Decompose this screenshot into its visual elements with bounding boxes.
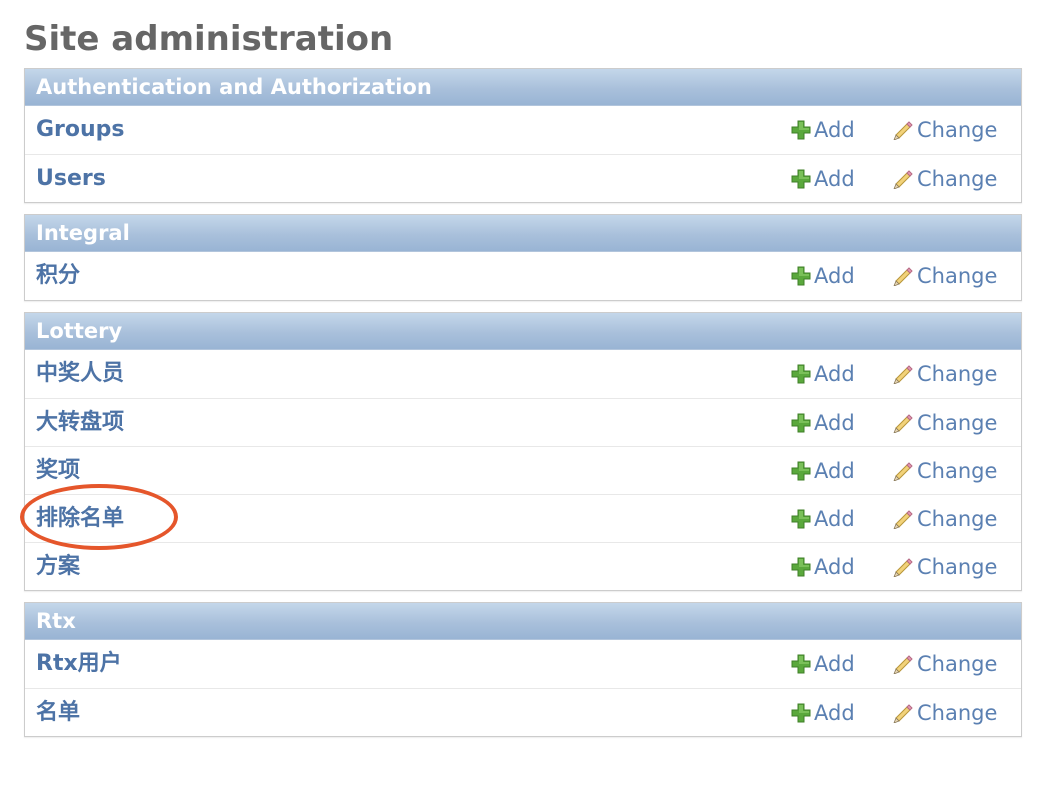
model-row: 大转盘项 Add Change [25,398,1021,446]
change-link[interactable]: Change [892,447,997,498]
pencil-icon [892,255,914,303]
change-link[interactable]: Change [892,495,997,546]
add-link[interactable]: Add [791,640,855,691]
model-row: 方案 Add Change [25,542,1021,590]
plus-icon [791,255,811,303]
model-link[interactable]: Groups [36,106,125,154]
change-link[interactable]: Change [892,399,997,450]
model-row: 名单 Add Change [25,688,1021,736]
add-label: Add [814,701,855,725]
plus-icon [791,450,811,498]
add-label: Add [814,118,855,142]
model-link[interactable]: 方案 [36,543,80,591]
page-title: Site administration [24,19,394,59]
pencil-icon [892,402,914,450]
plus-icon [791,643,811,691]
change-label: Change [917,118,998,142]
plus-icon [791,692,811,740]
change-link[interactable]: Change [892,155,997,206]
add-link[interactable]: Add [791,543,855,594]
model-row: Groups Add Change [25,106,1021,154]
add-label: Add [814,411,855,435]
plus-icon [791,353,811,401]
pencil-icon [892,353,914,401]
change-link[interactable]: Change [892,252,997,303]
plus-icon [791,498,811,546]
add-label: Add [814,507,855,531]
change-label: Change [917,167,998,191]
add-label: Add [814,459,855,483]
add-label: Add [814,167,855,191]
pencil-icon [892,109,914,157]
add-link[interactable]: Add [791,252,855,303]
pencil-icon [892,450,914,498]
change-label: Change [917,652,998,676]
change-link[interactable]: Change [892,350,997,401]
model-row: 中奖人员 Add Change [25,350,1021,398]
add-link[interactable]: Add [791,399,855,450]
change-link[interactable]: Change [892,689,997,740]
model-row: Users Add Change [25,154,1021,202]
model-link[interactable]: 名单 [36,689,80,737]
change-label: Change [917,507,998,531]
module-integral: Integral 积分 Add Change [24,214,1022,301]
change-link[interactable]: Change [892,543,997,594]
plus-icon [791,109,811,157]
plus-icon [791,546,811,594]
pencil-icon [892,546,914,594]
add-label: Add [814,555,855,579]
model-link[interactable]: Users [36,155,106,203]
model-link[interactable]: 中奖人员 [36,350,124,398]
add-label: Add [814,264,855,288]
plus-icon [791,402,811,450]
module-caption[interactable]: Integral [25,215,1021,252]
model-link[interactable]: 积分 [36,252,80,300]
add-link[interactable]: Add [791,689,855,740]
add-link[interactable]: Add [791,495,855,546]
model-row: 排除名单 Add Change [25,494,1021,542]
change-label: Change [917,701,998,725]
pencil-icon [892,158,914,206]
add-label: Add [814,652,855,676]
plus-icon [791,158,811,206]
module-caption[interactable]: Lottery [25,313,1021,350]
change-label: Change [917,264,998,288]
add-link[interactable]: Add [791,155,855,206]
change-link[interactable]: Change [892,106,997,157]
change-link[interactable]: Change [892,640,997,691]
module-caption[interactable]: Rtx [25,603,1021,640]
model-link[interactable]: 奖项 [36,447,80,495]
pencil-icon [892,643,914,691]
change-label: Change [917,362,998,386]
pencil-icon [892,692,914,740]
model-link[interactable]: 排除名单 [36,495,124,543]
add-label: Add [814,362,855,386]
add-link[interactable]: Add [791,106,855,157]
model-row: Rtx用户 Add Change [25,640,1021,688]
module-rtx: Rtx Rtx用户 Add Change 名单 Add Change [24,602,1022,737]
module-authentication-and-authorization: Authentication and Authorization Groups Ad… [24,68,1022,203]
pencil-icon [892,498,914,546]
change-label: Change [917,411,998,435]
model-link[interactable]: Rtx用户 [36,640,122,688]
model-row: 奖项 Add Change [25,446,1021,494]
add-link[interactable]: Add [791,447,855,498]
change-label: Change [917,459,998,483]
module-caption[interactable]: Authentication and Authorization [25,69,1021,106]
model-link[interactable]: 大转盘项 [36,399,124,447]
add-link[interactable]: Add [791,350,855,401]
change-label: Change [917,555,998,579]
model-row: 积分 Add Change [25,252,1021,300]
module-lottery: Lottery 中奖人员 Add Change 大转盘项 Add Change 奖项 Add Ch… [24,312,1022,591]
